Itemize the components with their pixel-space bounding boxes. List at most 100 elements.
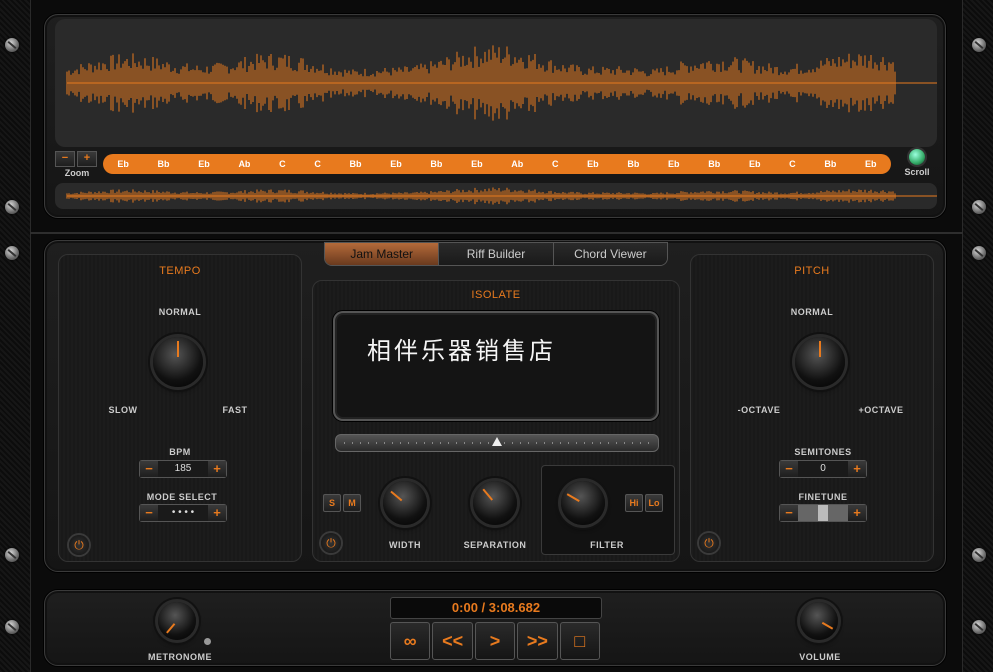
metronome-label: METRONOME [148, 652, 212, 662]
screw-icon [5, 200, 19, 214]
isolate-display: 相伴乐器销售店 [333, 311, 659, 421]
tempo-slow-label: SLOW [108, 405, 138, 415]
bpm-stepper: − 185 + [139, 460, 227, 478]
chord-strip[interactable]: Eb Bb Eb Ab C C Bb Eb Bb Eb Ab C Eb Bb Eb Bb Eb C Bb Eb [103, 154, 891, 174]
tempo-fast-label: FAST [222, 405, 248, 415]
width-label: WIDTH [389, 540, 421, 550]
screw-icon [972, 200, 986, 214]
semitones-decrease-button[interactable]: − [780, 461, 798, 477]
finetune-stepper: − + [779, 504, 867, 522]
scroll-toggle-icon[interactable] [909, 149, 925, 165]
stop-button[interactable]: □ [559, 622, 601, 660]
isolate-power-button[interactable]: ⏻ [321, 533, 341, 553]
tempo-normal-label: NORMAL [158, 307, 202, 317]
pitch-normal-label: NORMAL [790, 307, 834, 317]
screw-icon [972, 246, 986, 260]
chord-label: Bb [708, 159, 721, 169]
semitones-value: 0 [798, 461, 848, 477]
tempo-power-button[interactable]: ⏻ [69, 535, 89, 555]
volume-knob[interactable] [800, 602, 838, 640]
screw-icon [972, 38, 986, 52]
chord-label: Bb [824, 159, 837, 169]
tab-riff-builder[interactable]: Riff Builder [439, 243, 554, 265]
pitch-title: PITCH [794, 265, 830, 277]
finetune-slider[interactable] [798, 505, 848, 521]
isolate-slider[interactable] [335, 434, 659, 452]
right-rack-rail [962, 0, 993, 672]
bpm-decrease-button[interactable]: − [140, 461, 158, 477]
mode-decrease-button[interactable]: − [140, 505, 158, 521]
volume-label: VOLUME [799, 652, 841, 662]
fast-forward-button[interactable]: >> [517, 622, 558, 660]
overview-waveform-svg [66, 187, 937, 205]
rack-divider [30, 232, 963, 234]
mode-select-label: MODE SELECT [146, 492, 218, 502]
chord-label: Eb [587, 159, 599, 169]
chord-label: Eb [668, 159, 680, 169]
overview-waveform[interactable] [55, 183, 937, 209]
separation-knob[interactable] [473, 481, 517, 525]
chord-label: C [279, 159, 286, 169]
scroll-label: Scroll [904, 167, 930, 177]
screw-icon [972, 548, 986, 562]
loop-button[interactable]: ∞ [390, 622, 431, 660]
zoom-out-button[interactable]: − [55, 151, 75, 167]
play-button[interactable]: > [474, 622, 516, 660]
screw-icon [5, 620, 19, 634]
screw-icon [5, 246, 19, 260]
rewind-button[interactable]: << [432, 622, 473, 660]
isolate-section: ISOLATE 相伴乐器销售店 S M WIDTH SEPARATION FIL… [312, 280, 680, 562]
tempo-section: TEMPO NORMAL SLOW FAST BPM − 185 + MODE … [58, 254, 302, 562]
zoom-control: − + Zoom [55, 151, 99, 178]
solo-button[interactable]: S [323, 494, 341, 512]
pitch-section: PITCH NORMAL -OCTAVE +OCTAVE SEMITONES −… [690, 254, 934, 562]
finetune-label: FINETUNE [798, 492, 848, 502]
waveform-display[interactable] [55, 19, 937, 147]
chord-label: C [314, 159, 321, 169]
chord-label: Eb [198, 159, 210, 169]
chord-label: C [551, 159, 559, 169]
waveform-panel: − + Zoom Eb Bb Eb Ab C C Bb Eb Bb Eb Ab C Eb Bb Eb Bb Eb… [44, 14, 946, 218]
bpm-value: 185 [158, 461, 208, 477]
chord-label: Eb [471, 159, 483, 169]
minus-octave-label: -OCTAVE [737, 405, 781, 415]
screw-icon [5, 38, 19, 52]
semitones-stepper: − 0 + [779, 460, 867, 478]
metronome-indicator-icon [204, 638, 211, 645]
mode-increase-button[interactable]: + [208, 505, 226, 521]
pitch-power-button[interactable]: ⏻ [699, 533, 719, 553]
solo-mute-toggle: S M [323, 494, 361, 512]
bpm-label: BPM [169, 447, 191, 457]
tempo-title: TEMPO [159, 265, 201, 277]
slider-thumb-icon[interactable] [492, 437, 502, 446]
tab-chord-viewer[interactable]: Chord Viewer [553, 243, 667, 265]
chord-label: Eb [390, 159, 402, 169]
chord-label: Bb [349, 159, 362, 169]
semitones-increase-button[interactable]: + [848, 461, 866, 477]
filter-knob[interactable] [561, 481, 605, 525]
bpm-increase-button[interactable]: + [208, 461, 226, 477]
filter-label: FILTER [590, 540, 624, 550]
plus-octave-label: +OCTAVE [858, 405, 904, 415]
display-text: 相伴乐器销售店 [367, 337, 556, 365]
tempo-knob[interactable] [153, 337, 203, 387]
pitch-knob[interactable] [795, 337, 845, 387]
chord-label: Bb [157, 159, 170, 169]
transport-controls: ∞ << > >> □ [390, 622, 601, 660]
finetune-decrease-button[interactable]: − [780, 505, 798, 521]
left-rack-rail [0, 0, 31, 672]
metronome-knob[interactable] [158, 602, 196, 640]
tab-jam-master[interactable]: Jam Master [325, 243, 440, 265]
mode-tabs: Jam Master Riff Builder Chord Viewer [324, 242, 668, 266]
chord-label: Eb [865, 159, 877, 169]
scroll-control: Scroll [897, 149, 937, 177]
mode-value: • • • • [158, 505, 208, 521]
zoom-in-button[interactable]: + [77, 151, 97, 167]
width-knob[interactable] [383, 481, 427, 525]
filter-hi-button[interactable]: Hi [625, 494, 643, 512]
finetune-increase-button[interactable]: + [848, 505, 866, 521]
mute-button[interactable]: M [343, 494, 361, 512]
mode-select-stepper: − • • • • + [139, 504, 227, 522]
filter-lo-button[interactable]: Lo [645, 494, 663, 512]
semitones-label: SEMITONES [794, 447, 852, 457]
